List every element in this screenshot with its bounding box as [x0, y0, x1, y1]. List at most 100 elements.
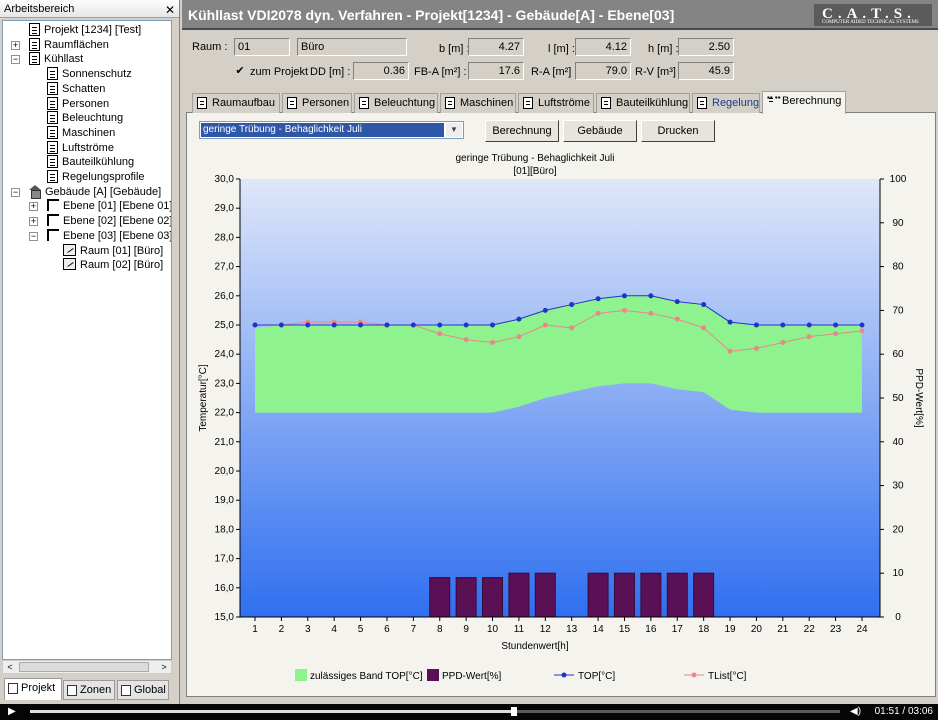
l-label: l [m] :: [548, 43, 575, 55]
berechnung-button[interactable]: Berechnung: [485, 120, 559, 142]
tree-item-label: Gebäude [A] [Gebäude]: [45, 185, 162, 198]
tree-item[interactable]: Bauteilkühlung: [47, 155, 134, 169]
dd-field[interactable]: 0.36: [353, 62, 409, 80]
tab-berechnung-label: Berechnung: [782, 95, 842, 107]
y-tick-label: 29,0: [215, 203, 235, 214]
document-icon: [29, 37, 40, 51]
fb-a-field[interactable]: 17.6: [468, 62, 524, 80]
scroll-right-arrow-icon[interactable]: >: [157, 661, 171, 673]
tree-item[interactable]: Maschinen: [47, 125, 115, 140]
x-tick-label: 5: [358, 624, 364, 635]
tlist-point: [833, 331, 839, 337]
drucken-button[interactable]: Drucken: [641, 120, 715, 142]
tab-bauteilkuehlung[interactable]: Bauteilkühlung: [596, 93, 690, 113]
expand-icon[interactable]: +: [29, 217, 38, 227]
expand-icon[interactable]: +: [29, 202, 38, 212]
collapse-icon[interactable]: −: [11, 187, 20, 197]
x-tick-label: 13: [566, 624, 578, 635]
document-icon: [47, 81, 58, 95]
r-a-field[interactable]: 79.0: [575, 62, 631, 80]
x-tick-label: 8: [437, 624, 443, 635]
tree-item[interactable]: − Kühllast: [11, 52, 83, 66]
window-header: Kühllast VDI2078 dyn. Verfahren - Projek…: [182, 0, 938, 30]
tlist-point: [701, 325, 707, 331]
tlist-point: [806, 334, 812, 340]
scenario-select[interactable]: geringe Trübung - Behaglichkeit Juli ▼: [199, 121, 464, 139]
l-field[interactable]: 4.12: [575, 38, 631, 56]
seek-handle[interactable]: [510, 707, 517, 716]
tab-global[interactable]: Global: [117, 680, 169, 700]
tree-item[interactable]: − Ebene [03] [Ebene 03]: [29, 228, 171, 243]
chevron-down-icon[interactable]: ▼: [446, 123, 462, 137]
collapse-icon[interactable]: −: [29, 231, 38, 241]
tree-item-label: Schatten: [62, 82, 106, 95]
x-tick-label: 16: [645, 624, 657, 635]
document-icon: [29, 23, 40, 36]
scenario-select-value: geringe Trübung - Behaglichkeit Juli: [200, 122, 445, 138]
h-field[interactable]: 2.50: [678, 38, 734, 56]
r-v-field[interactable]: 45.9: [678, 62, 734, 80]
tab-luftstroeme[interactable]: Luftströme: [518, 93, 594, 113]
scrollbar-thumb[interactable]: [19, 662, 149, 672]
tab-berechnung[interactable]: ▪▪ ▪▪ Berechnung: [762, 91, 846, 114]
tab-projekt[interactable]: Projekt: [4, 678, 62, 700]
play-icon[interactable]: ▶: [8, 706, 16, 717]
b-field[interactable]: 4.27: [468, 38, 524, 56]
tab-regelung[interactable]: Regelung: [692, 93, 760, 113]
tree-item[interactable]: Regelungsprofile: [47, 170, 145, 184]
tree-item-label: Luftströme: [62, 141, 114, 154]
r-a-label: R-A [m²] :: [531, 66, 578, 78]
seek-bar[interactable]: [30, 710, 840, 713]
tree-item-label: Regelungsprofile: [62, 171, 145, 183]
tree-item[interactable]: + Ebene [02] [Ebene 02]: [29, 214, 171, 228]
raum-name-field[interactable]: Büro: [297, 38, 407, 56]
tree-item[interactable]: + Ebene [01] [Ebene 01]: [29, 199, 171, 213]
chart-title: geringe Trübung - Behaglichkeit Juli: [456, 153, 615, 164]
document-icon: [601, 97, 611, 109]
y-tick-label: 23,0: [215, 378, 235, 389]
tab-global-label: Global: [134, 684, 166, 696]
tree-item[interactable]: Beleuchtung: [47, 111, 123, 125]
x-tick-label: 14: [593, 624, 605, 635]
raum-label: Raum :: [192, 41, 228, 53]
tlist-point: [569, 325, 575, 331]
gebaeude-button[interactable]: Gebäude: [563, 120, 637, 142]
y-tick-label: 24,0: [215, 349, 235, 360]
horizontal-scrollbar[interactable]: < >: [2, 660, 172, 674]
tree-item[interactable]: Projekt [1234] [Test]: [29, 23, 141, 37]
tree-item[interactable]: + Raumflächen: [11, 37, 109, 52]
top-point: [780, 322, 786, 328]
top-point: [806, 322, 812, 328]
top-point: [278, 322, 284, 328]
berechnung-panel: geringe Trübung - Behaglichkeit Juli ▼ B…: [186, 113, 936, 697]
scroll-left-arrow-icon[interactable]: <: [3, 661, 17, 673]
tree-item[interactable]: Sonnenschutz: [47, 67, 132, 81]
collapse-icon[interactable]: −: [11, 55, 20, 65]
y2-axis-label: PPD-Wert[%]: [913, 368, 924, 427]
tree-item[interactable]: Raum [01] [Büro]: [63, 243, 163, 258]
volume-icon[interactable]: ◀): [850, 706, 861, 717]
project-icon: [8, 683, 18, 694]
ppd-bar: [613, 572, 635, 618]
y-axis-label: Temperatur[°C]: [198, 364, 209, 432]
tree-item[interactable]: Schatten: [47, 81, 106, 96]
tab-zonen[interactable]: Zonen: [63, 680, 115, 700]
zum-projekt-checkbox[interactable]: ✔: [234, 66, 246, 78]
tab-personen[interactable]: Personen: [282, 93, 352, 113]
tree-item[interactable]: Personen: [47, 96, 109, 111]
top-point: [516, 316, 522, 322]
tab-maschinen[interactable]: Maschinen: [440, 93, 516, 113]
y-tick-label: 28,0: [215, 232, 235, 243]
expand-icon[interactable]: +: [11, 40, 20, 50]
tab-beleuchtung[interactable]: Beleuchtung: [354, 93, 438, 113]
top-point: [490, 322, 496, 328]
raum-number-field[interactable]: 01: [234, 38, 290, 56]
tree-item[interactable]: Luftströme: [47, 140, 114, 155]
tlist-point: [674, 316, 680, 322]
tree-item[interactable]: − Gebäude [A] [Gebäude]: [11, 184, 162, 199]
close-icon[interactable]: ✕: [165, 3, 175, 17]
y-tick-label: 18,0: [215, 524, 235, 535]
tab-raumaufbau[interactable]: Raumaufbau: [192, 93, 280, 113]
room-tabs: Raumaufbau Personen Beleuchtung Maschine…: [186, 91, 936, 114]
tree-item[interactable]: Raum [02] [Büro]: [63, 258, 163, 272]
